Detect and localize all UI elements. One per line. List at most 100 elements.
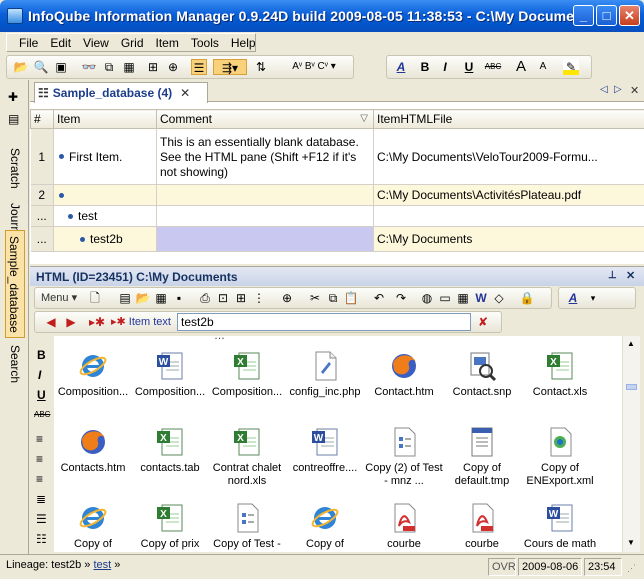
row-item[interactable]: test [53, 205, 157, 227]
cut-icon[interactable]: ✂ [307, 290, 323, 306]
file-item[interactable]: Copy of Test - [208, 502, 286, 551]
file-item[interactable]: Contact.snp [443, 350, 521, 399]
file-item[interactable]: W Cours de math [521, 502, 599, 551]
tab-scratch[interactable]: Scratch [5, 142, 25, 194]
row-file[interactable]: C:\My Documents [373, 226, 644, 252]
preview-icon[interactable]: ⊡ [215, 290, 231, 306]
menu-file[interactable]: File [13, 36, 44, 50]
menu-item[interactable]: Item [150, 36, 185, 50]
resize-grip-icon[interactable]: ⋰ [627, 563, 636, 574]
redo-icon[interactable]: ↷ [393, 290, 409, 306]
font-icon[interactable]: A [393, 59, 409, 75]
scroll-up-icon[interactable]: ▲ [627, 339, 635, 348]
row-file[interactable]: C:\My Documents\ActivitésPlateau.pdf [373, 184, 644, 206]
file-item[interactable]: Contact.htm [365, 350, 443, 399]
tab-sample-database-grid[interactable]: ☷ Sample_database (4) ✕ [34, 82, 208, 103]
menu-grid[interactable]: Grid [115, 36, 150, 50]
grow-font-icon[interactable]: A [513, 59, 529, 75]
save-as-icon[interactable]: ▦ [153, 290, 169, 306]
file-item[interactable]: W Composition... [131, 350, 209, 399]
tab-close-icon[interactable]: ✕ [180, 86, 190, 100]
col-header-comment[interactable]: Comment ▽ [156, 109, 374, 129]
comment-icon[interactable]: ◇ [491, 290, 507, 306]
row-comment[interactable] [156, 226, 374, 252]
scroll-thumb[interactable] [626, 384, 637, 390]
pin-icon[interactable]: ⊥ [608, 270, 617, 281]
strikethrough-icon-2[interactable]: ABC [34, 410, 50, 419]
file-item[interactable]: X Contrat chalet nord.xls [208, 426, 286, 488]
zoom-icon-2[interactable]: ⊕ [279, 290, 295, 306]
image-icon[interactable]: ▭ [437, 290, 453, 306]
file-item[interactable]: Wcontreoffre.... [286, 426, 364, 475]
align-right-icon[interactable]: ≡ [36, 472, 43, 486]
file-item[interactable]: Contacts.htm [54, 426, 132, 475]
tree-icon[interactable]: ⊞ [145, 59, 161, 75]
new-doc-icon[interactable]: 🗋 [87, 290, 103, 306]
font-dropdown-icon[interactable]: ▾ [585, 290, 601, 306]
sort-icon[interactable]: ⇅ [253, 59, 269, 75]
scroll-down-icon[interactable]: ▼ [627, 538, 635, 547]
minimize-button[interactable]: _ [573, 5, 594, 26]
file-item[interactable]: X Composition... [208, 350, 286, 399]
bold-icon-2[interactable]: B [37, 348, 46, 362]
file-item[interactable]: Composition... [54, 350, 132, 399]
col-header-item[interactable]: Item [53, 109, 157, 129]
page-icon[interactable]: ▤ [117, 290, 133, 306]
row-file[interactable] [373, 205, 644, 227]
table-row[interactable]: ... test [30, 205, 644, 227]
bold-icon[interactable]: B [417, 59, 433, 75]
align-center-icon[interactable]: ≡ [36, 452, 43, 466]
italic-icon[interactable]: I [437, 59, 453, 75]
table-row[interactable]: 2 C:\My Documents\ActivitésPlateau.pdf [30, 184, 644, 206]
menu-tools[interactable]: Tools [185, 36, 225, 50]
copy-icon[interactable]: ⧉ [101, 59, 117, 75]
menu-dropdown[interactable]: Menu ▾ [41, 291, 77, 304]
align-left-icon[interactable]: ≡ [36, 432, 43, 446]
file-item[interactable]: X Contact.xls [521, 350, 599, 399]
filter-abc-icon[interactable]: Aᵛ Bᵛ Cᵛ ▾ [279, 59, 349, 75]
find-icon[interactable]: 👓 [81, 59, 97, 75]
copy-icon-2[interactable]: ⧉ [325, 290, 341, 306]
word-icon[interactable]: W [473, 290, 489, 306]
file-item[interactable]: Copy of [54, 502, 132, 551]
clear-icon[interactable]: ✘ [475, 314, 491, 330]
row-comment[interactable] [156, 205, 374, 227]
file-item[interactable]: Copy of [286, 502, 364, 551]
save-icon[interactable]: ▪ [171, 290, 187, 306]
outline-icon[interactable]: ☰ [191, 59, 207, 75]
italic-icon-2[interactable]: I [38, 368, 41, 382]
row-item[interactable]: First Item. [53, 128, 157, 185]
strikethrough-icon[interactable]: ABC [483, 59, 503, 75]
print-preview-icon[interactable]: 🔍 [33, 59, 49, 75]
col-header-num[interactable]: # [30, 109, 54, 129]
row-comment[interactable] [156, 184, 374, 206]
file-item[interactable]: Copy of default.tmp [443, 426, 521, 488]
menu-edit[interactable]: Edit [44, 36, 77, 50]
go-start-icon[interactable]: ▸✱ [87, 314, 107, 330]
filter-icon[interactable]: ▽ [360, 113, 368, 124]
file-item[interactable]: courbe [443, 502, 521, 551]
table-row[interactable]: ... test2b C:\My Documents [30, 226, 644, 252]
forward-icon[interactable]: ▶ [63, 314, 79, 330]
globe-icon[interactable]: ◍ [419, 290, 435, 306]
justify-icon[interactable]: ≣ [36, 492, 46, 506]
row-item[interactable] [53, 184, 157, 206]
file-item[interactable]: config_inc.php [286, 350, 364, 399]
underline-icon[interactable]: U [461, 59, 477, 75]
lineage-link[interactable]: test [93, 559, 111, 571]
row-item[interactable]: test2b [53, 226, 157, 252]
paste-icon[interactable]: 📋 [343, 290, 359, 306]
dotted-icon[interactable]: ⋮ [251, 290, 267, 306]
menu-help[interactable]: Help [225, 36, 262, 50]
file-item[interactable]: courbe [365, 502, 443, 551]
grid-view-icon[interactable]: ⊞ [233, 290, 249, 306]
tab-nav-left-icon[interactable]: ◁ [600, 84, 608, 95]
database-icon[interactable]: ▣ [53, 59, 69, 75]
maximize-button[interactable]: □ [596, 5, 617, 26]
undo-icon[interactable]: ↶ [371, 290, 387, 306]
vertical-scrollbar[interactable]: ▲ ▼ [622, 336, 640, 552]
menu-view[interactable]: View [77, 36, 115, 50]
file-item[interactable]: X Copy of prix [131, 502, 209, 551]
html-pane-close-icon[interactable]: ✕ [626, 269, 635, 282]
file-item[interactable]: Copy (2) of Test - mnz ... [365, 426, 443, 488]
